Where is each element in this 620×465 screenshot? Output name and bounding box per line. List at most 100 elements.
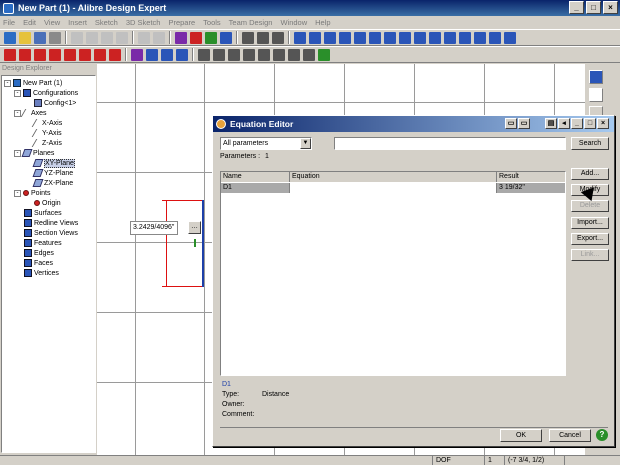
column-header-result[interactable]: Result [497, 172, 565, 182]
zoom-in-icon[interactable] [243, 48, 255, 61]
sweep-icon[interactable] [324, 31, 336, 44]
tree-item-surfaces[interactable]: Surfaces [24, 208, 62, 218]
tree-item-z-axis[interactable]: Z-Axis [31, 138, 62, 148]
collapse-icon[interactable]: - [14, 89, 21, 97]
tree-item-x-axis[interactable]: X-Axis [31, 118, 62, 128]
link-button[interactable]: Link... [571, 249, 609, 261]
mirror-icon[interactable] [474, 31, 486, 44]
paste-icon[interactable] [101, 31, 113, 44]
display-icon[interactable] [205, 31, 217, 44]
view-back-icon[interactable] [257, 31, 269, 44]
tree-item-faces[interactable]: Faces [24, 258, 53, 268]
delete-icon[interactable] [116, 31, 128, 44]
chevron-down-icon[interactable]: ▼ [300, 138, 311, 149]
fillet-icon[interactable] [399, 31, 411, 44]
tree-item-zx-plane[interactable]: ZX-Plane [32, 178, 73, 188]
project-icon[interactable] [176, 48, 188, 61]
pan-icon[interactable] [213, 48, 225, 61]
tree-item-y-axis[interactable]: Y-Axis [31, 128, 62, 138]
menu-team-design[interactable]: Team Design [229, 18, 273, 27]
tree-item-planes[interactable]: - Planes [14, 148, 54, 158]
dimension-icon[interactable] [146, 48, 158, 61]
search-button[interactable]: Search [571, 137, 609, 150]
undo-icon[interactable] [138, 31, 150, 44]
cut-icon[interactable] [71, 31, 83, 44]
offset-icon[interactable] [161, 48, 173, 61]
tree-item-config[interactable]: Config<1> [34, 98, 76, 108]
dialog-close-button[interactable]: × [597, 118, 609, 129]
zoom-fit-icon[interactable] [288, 48, 300, 61]
new-icon[interactable] [4, 31, 16, 44]
tree-item-section-views[interactable]: Section Views [24, 228, 78, 238]
sketch-icon[interactable] [220, 31, 232, 44]
menu-sketch[interactable]: Sketch [95, 18, 118, 27]
tree-item-yz-plane[interactable]: YZ-Plane [32, 168, 73, 178]
arc-icon[interactable] [49, 48, 61, 61]
table-row[interactable]: D1 3 19/32" [221, 183, 565, 193]
rectangle-icon[interactable] [34, 48, 46, 61]
shell-icon[interactable] [429, 31, 441, 44]
search-input[interactable] [334, 137, 566, 150]
cut-revolve-icon[interactable] [369, 31, 381, 44]
trim-icon[interactable] [109, 48, 121, 61]
menu-edit[interactable]: Edit [23, 18, 36, 27]
cancel-button[interactable]: Cancel [549, 429, 591, 442]
view-front-icon[interactable] [242, 31, 254, 44]
loft-icon[interactable] [339, 31, 351, 44]
tree-item-origin[interactable]: Origin [34, 198, 61, 208]
chamfer-icon[interactable] [414, 31, 426, 44]
pin-icon[interactable]: ▭ [518, 118, 530, 129]
zoom-window-icon[interactable] [273, 48, 285, 61]
menu-insert[interactable]: Insert [68, 18, 87, 27]
help-icon[interactable]: ? [596, 429, 608, 441]
revolve-icon[interactable] [309, 31, 321, 44]
menu-file[interactable]: File [3, 18, 15, 27]
add-icon[interactable] [589, 88, 603, 102]
collapse-icon[interactable]: - [14, 149, 21, 157]
menu-view[interactable]: View [44, 18, 60, 27]
tree-item-redline-views[interactable]: Redline Views [24, 218, 78, 228]
zoom-out-icon[interactable] [258, 48, 270, 61]
constraint-icon[interactable] [131, 48, 143, 61]
parameter-filter-select[interactable]: All parameters ▼ [220, 137, 312, 150]
dialog-minimize-button[interactable]: _ [571, 118, 583, 129]
back-icon[interactable]: ◂ [558, 118, 570, 129]
cell-equation[interactable] [290, 183, 497, 193]
menu-prepare[interactable]: Prepare [168, 18, 195, 27]
dimension-value-input[interactable]: 3.2429/4096" [130, 221, 178, 235]
redo-icon[interactable] [153, 31, 165, 44]
import-button[interactable]: Import... [571, 217, 609, 229]
render-mode-icon[interactable] [190, 31, 202, 44]
collapse-icon[interactable]: - [14, 189, 21, 197]
sketch-line[interactable] [202, 200, 204, 287]
column-header-name[interactable]: Name [221, 172, 290, 182]
delete-button[interactable]: Delete [571, 200, 609, 212]
column-header-equation[interactable]: Equation [290, 172, 497, 182]
export-button[interactable]: Export... [571, 233, 609, 245]
spline-icon[interactable] [64, 48, 76, 61]
scale-icon[interactable] [489, 31, 501, 44]
polygon-icon[interactable] [79, 48, 91, 61]
open-icon[interactable] [19, 31, 31, 44]
menu-window[interactable]: Window [280, 18, 307, 27]
collapse-icon[interactable]: - [14, 109, 21, 117]
add-button[interactable]: Add... [571, 168, 609, 180]
previous-view-icon[interactable] [303, 48, 315, 61]
menu-tools[interactable]: Tools [203, 18, 221, 27]
tree-item-edges[interactable]: Edges [24, 248, 54, 258]
close-button[interactable]: × [603, 1, 618, 14]
render-icon[interactable] [175, 31, 187, 44]
point-icon[interactable] [94, 48, 106, 61]
tree-item-points[interactable]: - Points [14, 188, 50, 198]
pattern-icon[interactable] [459, 31, 471, 44]
ok-button[interactable]: OK [500, 429, 542, 442]
tree-item-part[interactable]: - New Part (1) [4, 78, 62, 88]
print-icon[interactable] [49, 31, 61, 44]
collapse-icon[interactable]: - [4, 79, 11, 87]
thicken-icon[interactable] [504, 31, 516, 44]
view-top-icon[interactable] [272, 31, 284, 44]
dimension-options-button[interactable]: … [188, 221, 201, 234]
minimize-button[interactable]: _ [569, 1, 584, 14]
hole-icon[interactable] [384, 31, 396, 44]
dialog-maximize-button[interactable]: □ [584, 118, 596, 129]
